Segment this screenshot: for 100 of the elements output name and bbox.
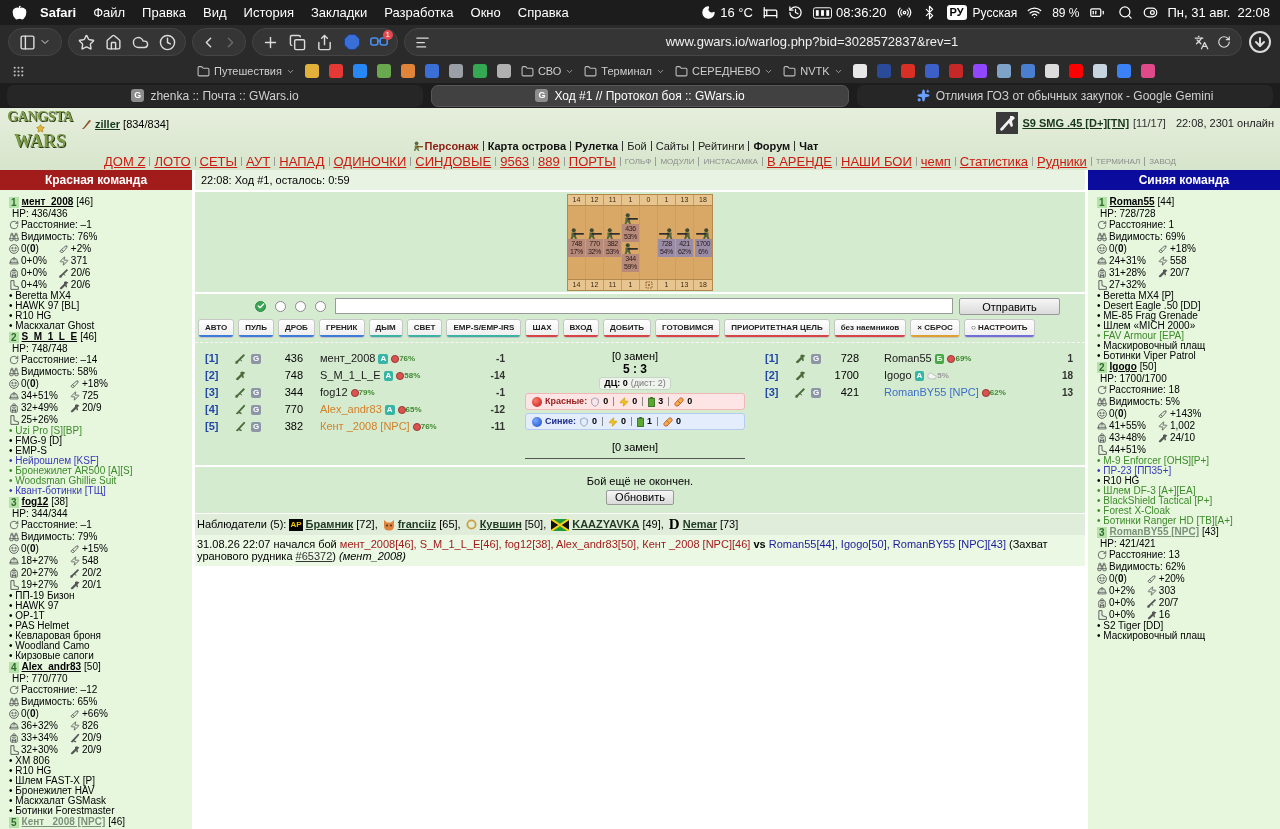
favicon-icon[interactable] [496, 64, 511, 78]
menu-item[interactable]: Разработка [384, 2, 454, 23]
home-icon[interactable] [105, 33, 122, 51]
equipment-item[interactable]: • EMP-S [9, 446, 47, 456]
browser-tab[interactable]: G Ход #1 // Протокол боя :: GWars.io [431, 84, 849, 107]
user-link[interactable]: ziller [95, 116, 121, 133]
menu-item[interactable]: Закладки [311, 2, 368, 23]
slot-link[interactable]: [2] [205, 367, 219, 384]
nav-link[interactable]: 9563 [500, 154, 530, 169]
player-name-link[interactable]: мент_2008 [21, 197, 74, 207]
text-lines-icon[interactable] [415, 34, 430, 50]
favicon-icon[interactable] [472, 64, 487, 78]
equipment-item[interactable]: • Маскировочный плащ [1097, 341, 1206, 351]
send-button[interactable]: Отправить [959, 297, 1060, 315]
favicon-icon[interactable] [400, 64, 415, 78]
observer-link[interactable]: Брамник [305, 516, 354, 533]
wifi-icon[interactable] [1027, 5, 1043, 20]
action-button[interactable]: × СБРОС [910, 319, 960, 338]
nav-link[interactable]: НАШИ БОИ [841, 154, 912, 169]
option-radio[interactable] [275, 300, 286, 312]
combatant-name[interactable]: S_M_1_L_E [320, 367, 381, 384]
equipment-item[interactable]: • Шлем «MICH 2000» [1097, 321, 1196, 331]
equipment-item[interactable]: • S2 Tiger [DD] [1097, 621, 1164, 631]
toggle-icon[interactable] [1142, 5, 1158, 20]
nav-link[interactable]: чемп [920, 154, 951, 169]
input-source-name[interactable]: Русская [972, 3, 1018, 22]
message-input[interactable] [335, 298, 953, 314]
equipment-item[interactable]: • Кевларовая броня [9, 631, 101, 641]
menu-item[interactable]: Справка [517, 2, 569, 23]
equipment-item[interactable]: • Beretta MX4 [9, 291, 71, 301]
action-button[interactable]: ГОТОВИМСЯ [655, 319, 721, 338]
action-button[interactable]: ДЫМ [368, 319, 403, 338]
browser-tab[interactable]: Отличия ГОЗ от обычных закупок - Google Gemini [857, 84, 1273, 107]
equipment-item[interactable]: • R10 HG [9, 766, 52, 776]
observer-link[interactable]: Nemar [682, 516, 717, 533]
combatant-name[interactable]: RomanBY55 [NPC] [884, 384, 979, 401]
app-menu[interactable]: Safari [40, 2, 77, 23]
nav-link[interactable]: ДОМ Z [104, 154, 146, 169]
translate-icon[interactable] [1194, 34, 1209, 50]
battery-text[interactable]: 89 % [1052, 3, 1080, 22]
nav-link[interactable]: Рудники [1037, 154, 1087, 169]
equipment-item[interactable]: • Forest X-Cloak [1097, 506, 1170, 516]
nav-link[interactable]: Персонаж [411, 137, 479, 155]
equipment-item[interactable]: • OP-1T [9, 611, 45, 621]
bookmark-folder[interactable]: Терминал [584, 62, 665, 80]
glasses-icon[interactable] [369, 37, 388, 47]
equipment-item[interactable]: • Шлем DF-3 [A+][EA] [1097, 486, 1196, 496]
observer-link[interactable]: franciiz [397, 516, 437, 533]
date-time[interactable]: Пн, 31 авг. 22:08 [1167, 2, 1270, 23]
bookmark-folder[interactable]: СВО [520, 62, 575, 80]
slot-link[interactable]: [1] [765, 350, 779, 367]
equipment-item[interactable]: • ПП-19 Бизон [9, 591, 75, 601]
nav-link[interactable]: В АРЕНДЕ [766, 154, 833, 169]
bed-icon[interactable] [762, 5, 778, 20]
equipment-item[interactable]: • Маскировочный плащ [1097, 631, 1206, 641]
star-icon[interactable] [78, 33, 95, 51]
equipment-item[interactable]: • Квант-ботинки [ТЩ] [9, 486, 106, 496]
address-bar[interactable]: www.gwars.io/warlog.php?bid=3028572837&rev=1 [404, 28, 1242, 56]
combatant-name[interactable]: fog12 [320, 384, 348, 401]
equipment-item[interactable]: • Маскхалат Ghost [9, 321, 95, 331]
combatant-name[interactable]: Roman55 [884, 350, 932, 367]
bookmark-folder[interactable]: Путешествия [197, 62, 295, 80]
slot-link[interactable]: [1] [205, 350, 219, 367]
broadcast-icon[interactable] [896, 5, 912, 20]
player-name-link[interactable]: Alex_andr83 [21, 662, 82, 672]
player-name-link[interactable]: Roman55 [1109, 197, 1155, 207]
equipment-item[interactable]: • HAWK 97 [9, 601, 59, 611]
nav-link[interactable]: Статистика [959, 154, 1029, 169]
equipment-item[interactable]: • Woodland Camo [9, 641, 90, 651]
bars-icon[interactable] [812, 6, 832, 19]
player-name-link[interactable]: S_M_1_L_E [21, 332, 78, 342]
search-icon[interactable] [1117, 5, 1133, 20]
slot-link[interactable]: [4] [205, 401, 219, 418]
combatant-name[interactable]: Igogo [884, 367, 912, 384]
equipment-item[interactable]: • ME-85 Frag Grenade [1097, 311, 1198, 321]
equipment-item[interactable]: • Desert Eagle .50 [DD] [1097, 301, 1201, 311]
favicon-icon[interactable] [1092, 64, 1107, 78]
equipment-item[interactable]: • BlackShield Tactical [P+] [1097, 496, 1213, 506]
favicon-icon[interactable] [852, 64, 867, 78]
apple-icon[interactable] [12, 5, 27, 20]
share-icon[interactable] [316, 33, 334, 51]
slot-link[interactable]: [3] [205, 384, 219, 401]
bookmark-folder[interactable]: NVTK [783, 62, 843, 80]
nav-link[interactable]: Бой [627, 137, 647, 155]
option-radio[interactable] [295, 300, 306, 312]
action-button[interactable]: ПРИОРИТЕТНАЯ ЦЕЛЬ [724, 319, 830, 338]
nav-link[interactable]: СИНДОВЫЕ [415, 154, 492, 169]
clock-text[interactable]: 08:36:20 [835, 2, 887, 23]
favicon-icon[interactable] [304, 64, 319, 78]
nav-link[interactable]: СЕТЫ [199, 154, 237, 169]
equipment-item[interactable]: • HAWK 97 [BL] [9, 301, 80, 311]
favicon-icon[interactable] [996, 64, 1011, 78]
action-button[interactable]: ВХОД [562, 319, 599, 338]
equipment-item[interactable]: • Ботинки Forestmaster [9, 806, 115, 816]
equipment-item[interactable]: • FAV Armour [EPA] [1097, 331, 1185, 341]
equipment-item[interactable]: • Бронежилет HAV [9, 786, 95, 796]
combatant-name[interactable]: мент_2008 [320, 350, 376, 367]
player-name-link[interactable]: Igogo [1109, 362, 1137, 372]
battle-link[interactable]: #65372 [295, 550, 333, 562]
clock-arrow-icon[interactable] [787, 5, 803, 20]
